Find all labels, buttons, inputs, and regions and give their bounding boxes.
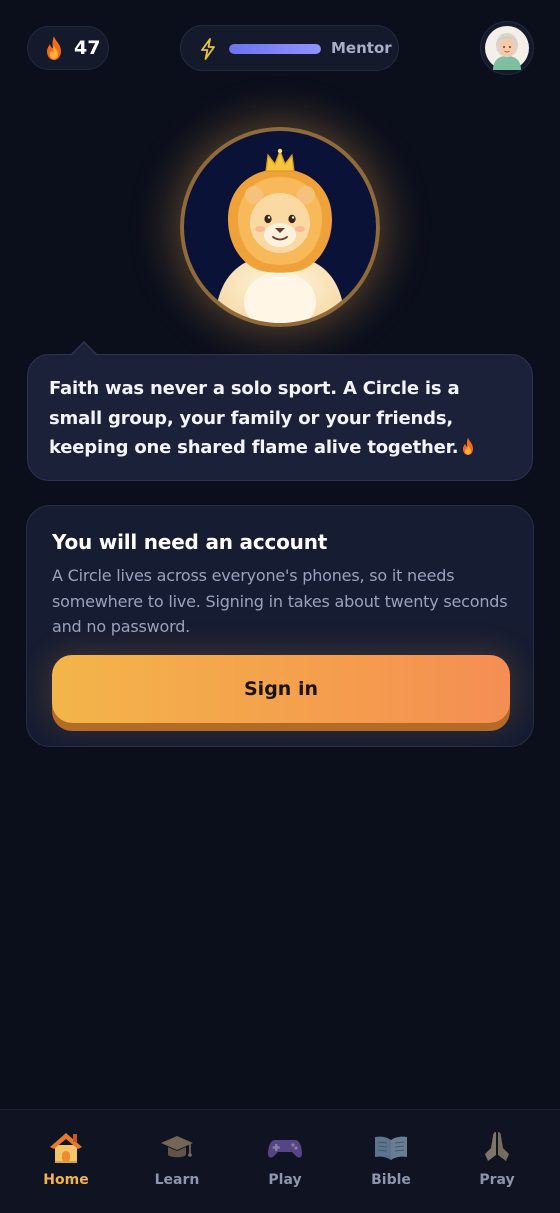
bottom-navigation: Home Learn Play Bible Pray <box>0 1109 560 1213</box>
gamepad-icon <box>268 1140 302 1158</box>
nav-label-pray: Pray <box>479 1172 515 1188</box>
card-description: A Circle lives across everyone's phones,… <box>52 566 508 636</box>
streak-count: 47 <box>74 37 101 59</box>
bubble-message-block: Faith was never a solo sport. A Circle i… <box>49 374 512 463</box>
lightning-bolt-icon <box>201 38 215 60</box>
house-icon <box>50 1133 82 1163</box>
flame-emoji-icon <box>463 437 474 455</box>
nav-item-learn[interactable]: Learn <box>132 1128 222 1198</box>
avatar <box>485 26 529 70</box>
nav-label-home: Home <box>43 1172 89 1188</box>
xp-progress-fill <box>229 44 321 54</box>
level-progress[interactable]: Mentor <box>180 25 399 71</box>
flame-icon <box>47 36 61 60</box>
nav-item-bible[interactable]: Bible <box>346 1128 436 1198</box>
nav-item-home[interactable]: Home <box>21 1128 111 1198</box>
xp-progress-bar <box>229 44 321 54</box>
rank-label: Mentor <box>331 39 392 57</box>
bubble-message: Faith was never a solo sport. A Circle i… <box>49 378 460 458</box>
card-title: You will need an account <box>52 530 328 554</box>
nav-label-bible: Bible <box>371 1172 411 1188</box>
nav-item-pray[interactable]: Pray <box>452 1128 542 1198</box>
nav-label-play: Play <box>268 1172 302 1188</box>
profile-avatar-button[interactable] <box>480 21 534 75</box>
lion-with-crown-illustration <box>180 127 380 327</box>
nav-label-learn: Learn <box>154 1172 200 1188</box>
open-book-icon <box>375 1136 407 1160</box>
mascot-speech-bubble: Faith was never a solo sport. A Circle i… <box>27 341 533 481</box>
top-bar: 47 Mentor <box>0 0 560 100</box>
graduation-cap-icon <box>161 1136 193 1158</box>
streak-counter[interactable]: 47 <box>27 26 109 70</box>
sign-in-button[interactable]: Sign in <box>52 655 510 723</box>
nav-item-play[interactable]: Play <box>240 1128 330 1198</box>
account-required-card: You will need an account A Circle lives … <box>26 505 534 747</box>
praying-hands-icon <box>485 1132 509 1161</box>
lion-mascot <box>180 127 380 327</box>
